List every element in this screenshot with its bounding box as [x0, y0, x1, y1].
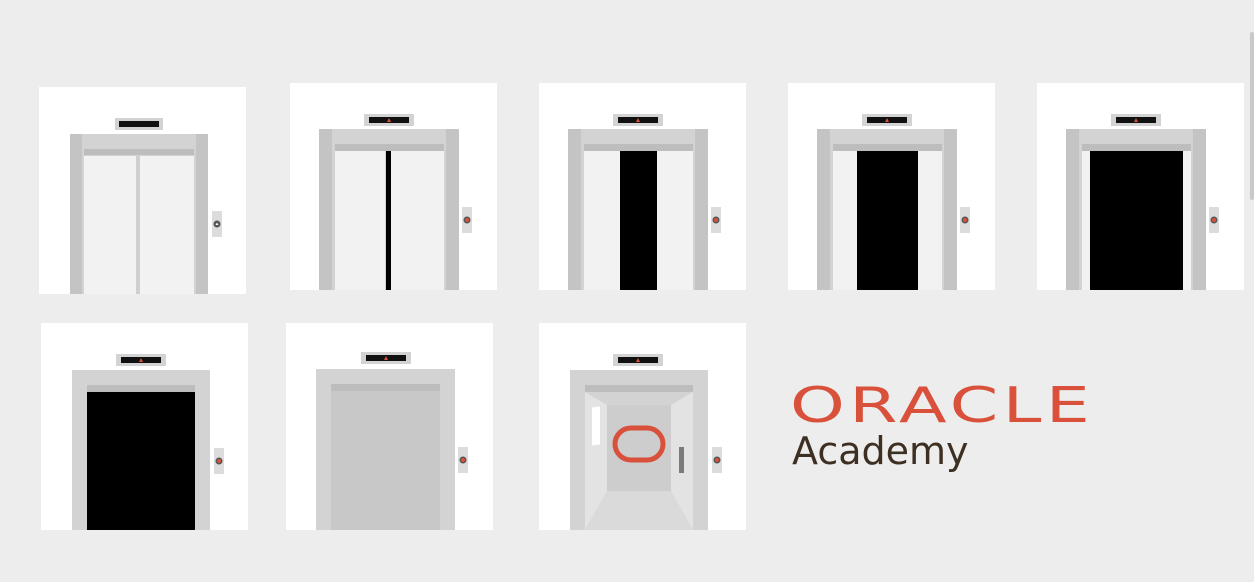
elevator-illustration — [1066, 114, 1219, 290]
oracle-academy-logo: ORACLE Academy — [790, 380, 1110, 490]
elevator-frame-3 — [539, 83, 746, 290]
elevator-frame-6 — [41, 323, 248, 530]
elevator-illustration — [817, 114, 970, 290]
oracle-wordmark: ORACLE — [790, 380, 1094, 428]
academy-label: Academy — [792, 429, 969, 473]
elevator-illustration — [316, 352, 468, 530]
scrollbar[interactable] — [1250, 32, 1254, 200]
elevator-illustration — [568, 114, 721, 290]
elevator-illustration — [70, 118, 222, 294]
elevator-frame-1 — [39, 87, 246, 294]
elevator-frame-8 — [539, 323, 746, 530]
elevator-frame-4 — [788, 83, 995, 290]
elevator-illustration — [570, 354, 722, 530]
elevator-illustration — [319, 114, 472, 290]
elevator-frame-5 — [1037, 83, 1244, 290]
elevator-frame-7 — [286, 323, 493, 530]
wordmark-text: ORACLE — [790, 380, 1094, 428]
elevator-illustration — [72, 354, 224, 530]
elevator-frame-2 — [290, 83, 497, 290]
